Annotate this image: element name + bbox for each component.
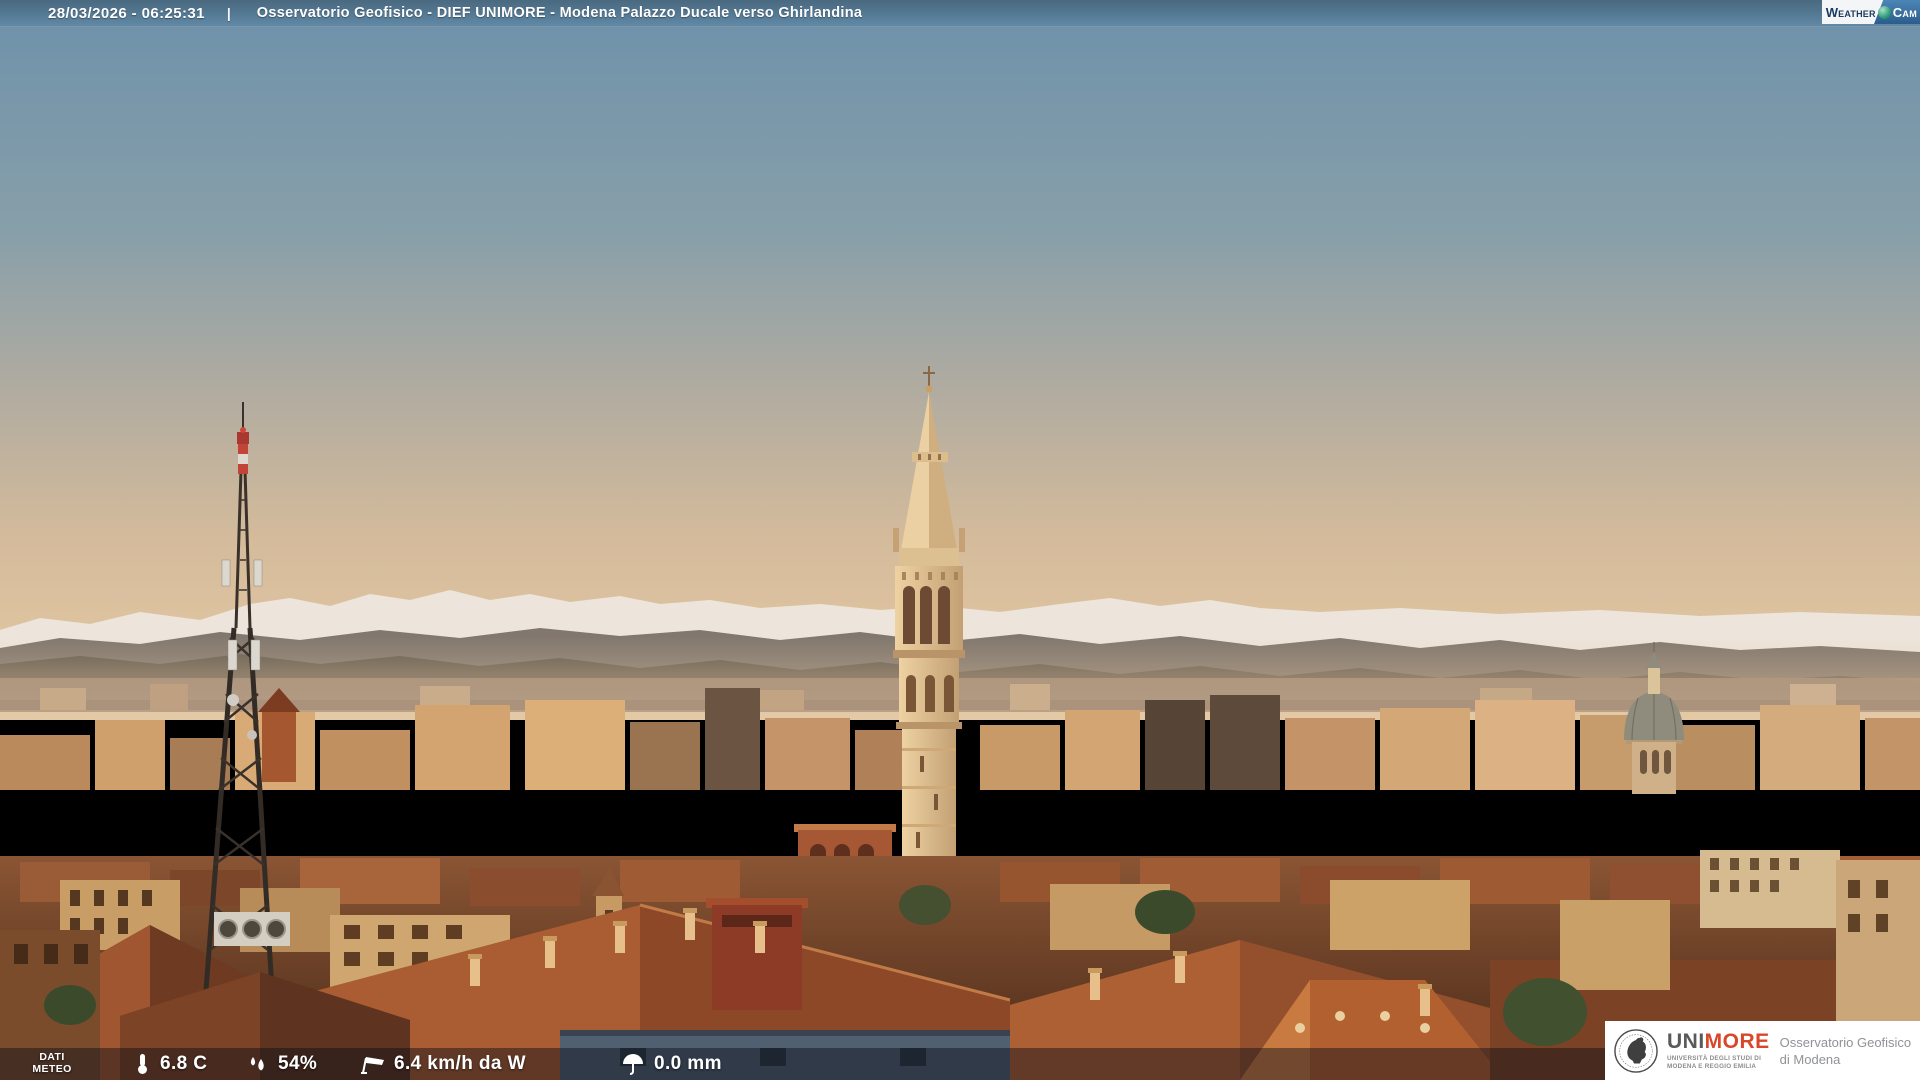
thermometer-icon — [138, 1054, 147, 1074]
humidity-reading: 54% — [246, 1048, 317, 1080]
weathercam-logo[interactable]: Weather Cam — [1822, 0, 1920, 24]
unimore-wordmark: UNIMORE UNIVERSITÀ DEGLI STUDI DI MODENA… — [1667, 1031, 1770, 1070]
weathercam-weather-text: Weather — [1825, 4, 1876, 20]
unimore-subtitle-line1: UNIVERSITÀ DEGLI STUDI DI — [1667, 1055, 1762, 1062]
temperature-reading: 6.8 C — [132, 1048, 207, 1080]
unimore-brand-uni: UNI — [1667, 1030, 1705, 1053]
top-bar: 28/03/2026 - 06:25:31 | Osservatorio Geo… — [0, 0, 1920, 27]
unimore-seal-icon — [1614, 1028, 1658, 1073]
observatory-name-line2: di Modena — [1779, 1051, 1841, 1067]
rain-value: 0.0 mm — [654, 1053, 722, 1074]
humidity-value: 54% — [278, 1053, 318, 1074]
rain-reading: 0.0 mm — [620, 1048, 722, 1080]
humidity-icon — [250, 1057, 264, 1071]
observatory-name-line1: Osservatorio Geofisico — [1779, 1034, 1912, 1050]
dati-meteo-label: DATI METEO — [30, 1051, 74, 1075]
weathercam-globe-icon — [1877, 5, 1891, 19]
webcam-frame: 28/03/2026 - 06:25:31 | Osservatorio Geo… — [0, 0, 1920, 1080]
wind-icon — [361, 1057, 384, 1074]
rain-icon — [623, 1054, 643, 1075]
city-panorama-photo — [0, 0, 1920, 1080]
datetime-text: 28/03/2026 - 06:25:31 — [48, 4, 205, 22]
dati-meteo-line1: DATI — [39, 1051, 65, 1063]
observatory-name: Osservatorio Geofisico di Modena — [1780, 1034, 1912, 1068]
dati-meteo-line2: METEO — [32, 1063, 72, 1075]
unimore-subtitle-line2: MODENA E REGGIO EMILIA — [1667, 1062, 1757, 1070]
unimore-brand-more: MORE — [1704, 1030, 1770, 1053]
camera-title: Osservatorio Geofisico - DIEF UNIMORE - … — [256, 5, 863, 21]
temperature-value: 6.8 C — [160, 1053, 208, 1074]
weathercam-cam-text: Cam — [1892, 4, 1917, 20]
wind-value: 6.4 km/h da W — [394, 1053, 526, 1074]
wind-reading: 6.4 km/h da W — [358, 1048, 526, 1080]
title-separator: | — [226, 5, 231, 21]
unimore-logo-box[interactable]: UNIMORE UNIVERSITÀ DEGLI STUDI DI MODENA… — [1605, 1021, 1920, 1080]
